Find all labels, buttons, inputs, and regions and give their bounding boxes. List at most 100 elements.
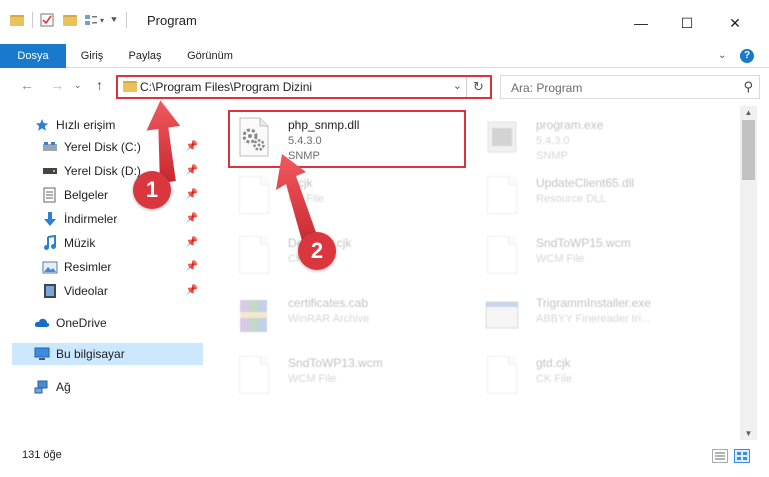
file-name: TrigrammInstaller.exe [536, 296, 651, 310]
network-icon [34, 379, 50, 395]
scroll-down-icon[interactable]: ▼ [740, 429, 757, 438]
folder-icon [10, 14, 24, 26]
download-icon [42, 211, 58, 227]
file-name: gtd.cjk [536, 356, 571, 370]
pin-icon[interactable]: 📌 [186, 213, 198, 224]
window-title: Program [147, 13, 197, 28]
address-dropdown-icon[interactable]: ⌄ [453, 79, 462, 92]
file-type: WCM File [536, 253, 585, 265]
file-item-certificates-cab[interactable]: certificates.cab WinRAR Archive [218, 288, 468, 344]
sidebar-item-local-disk-c[interactable]: Yerel Disk (C:) 📌 [42, 136, 208, 158]
file-icon [484, 234, 520, 276]
close-button[interactable]: ✕ [712, 8, 758, 38]
quick-access-chevron-icon[interactable]: ⯆ [110, 15, 118, 26]
up-icon[interactable]: ↑ [96, 77, 103, 93]
sidebar-item-this-pc[interactable]: Bu bilgisayar [12, 343, 203, 365]
sidebar-item-quick-access[interactable]: Hızlı erişim [34, 114, 208, 136]
search-icon[interactable]: ⚲ [743, 79, 753, 95]
file-item-sndtowp13[interactable]: SndToWP13.wcm WCM File [218, 348, 468, 404]
pin-icon[interactable]: 📌 [186, 189, 198, 200]
pin-icon[interactable]: 📌 [186, 261, 198, 272]
file-item-trigramminstaller[interactable]: TrigrammInstaller.exe ABBYY Finereader t… [466, 288, 716, 344]
tab-home[interactable]: Giriş [72, 44, 112, 68]
exe-file-icon [484, 116, 520, 158]
computer-icon [34, 346, 50, 362]
file-item-cjk[interactable]: ...cjk CK File [218, 168, 468, 224]
expand-ribbon-icon[interactable]: ⌄ [718, 50, 726, 61]
pin-icon[interactable]: 📌 [186, 285, 198, 296]
folder-icon [123, 81, 137, 92]
file-type: Resource DLL [536, 193, 607, 205]
file-item-sndtowp15[interactable]: SndToWP15.wcm WCM File [466, 228, 716, 284]
quick-access-toolbar: ▾ ⯆ [10, 12, 128, 28]
file-type: CK File [536, 373, 573, 385]
sidebar-item-videos[interactable]: Videolar 📌 [42, 280, 208, 302]
documents-icon [42, 187, 58, 203]
file-name: certificates.cab [288, 296, 369, 310]
refresh-icon[interactable]: ↻ [466, 77, 490, 97]
drive-icon [42, 163, 58, 179]
file-item-updateclient-dll[interactable]: UpdateClient65.dll Resource DLL [466, 168, 716, 224]
new-folder-icon[interactable] [63, 14, 77, 26]
sidebar-item-network[interactable]: Ağ [34, 376, 208, 398]
pictures-icon [42, 259, 58, 275]
search-input[interactable]: Ara: Program [511, 81, 582, 95]
sidebar-item-local-disk-d[interactable]: Yerel Disk (D:) 📌 [42, 160, 208, 182]
status-bar: 131 öğe [0, 440, 769, 477]
tab-file[interactable]: Dosya [0, 44, 66, 68]
file-type: WCM File [288, 373, 337, 385]
cloud-icon [34, 315, 50, 331]
large-icons-view-icon[interactable] [734, 449, 750, 463]
back-icon[interactable]: ← [20, 77, 34, 93]
ribbon-tabs: Dosya Giriş Paylaş Görünüm ⌄ ? [0, 44, 769, 68]
details-view-icon[interactable] [712, 449, 728, 463]
file-item-program-exe[interactable]: program.exe 5.4.3.0 SNMP [466, 110, 716, 166]
file-name: program.exe [536, 118, 604, 132]
file-type: CK File [288, 193, 325, 205]
scroll-up-icon[interactable]: ▲ [740, 108, 757, 117]
recent-locations-icon[interactable]: ⌄ [74, 80, 82, 91]
file-version: 5.4.3.0 [536, 135, 570, 147]
file-icon [236, 234, 272, 276]
file-item-gtd-cjk[interactable]: gtd.cjk CK File [466, 348, 716, 404]
file-icon [236, 174, 272, 216]
item-count: 131 öğe [22, 449, 62, 461]
search-box[interactable]: Ara: Program ⚲ [500, 75, 760, 99]
maximize-button[interactable]: ☐ [664, 8, 710, 38]
pin-icon[interactable]: 📌 [186, 237, 198, 248]
sidebar-item-onedrive[interactable]: OneDrive [34, 312, 208, 334]
dll-file-icon [484, 174, 520, 216]
star-icon [34, 117, 50, 133]
file-name: SndToWP15.wcm [536, 236, 631, 250]
file-item-det-cjk[interactable]: Det...ent.cjk CK File [218, 228, 468, 284]
scrollbar-thumb[interactable] [742, 120, 755, 180]
tab-view[interactable]: Görünüm [182, 44, 238, 68]
installer-icon [484, 294, 520, 336]
sidebar-item-music[interactable]: Müzik 📌 [42, 232, 208, 254]
navigation-pane: Hızlı erişim Yerel Disk (C:) 📌 Yerel Dis… [0, 106, 208, 440]
file-name: ...cjk [288, 176, 313, 190]
properties-icon[interactable] [39, 12, 55, 28]
archive-icon [236, 294, 272, 336]
sidebar-item-downloads[interactable]: İndirmeler 📌 [42, 208, 208, 230]
step-badge-2: 2 [298, 232, 336, 270]
forward-icon[interactable]: → [50, 77, 64, 93]
address-bar[interactable]: C:\Program Files\Program Dizini ⌄ ↻ [116, 75, 492, 99]
music-icon [42, 235, 58, 251]
file-icon [484, 354, 520, 396]
dropdown-icon[interactable]: ▾ [100, 16, 104, 25]
customize-toolbar-icon[interactable] [83, 12, 99, 28]
help-icon[interactable]: ? [740, 49, 754, 63]
sidebar-item-pictures[interactable]: Resimler 📌 [42, 256, 208, 278]
vertical-scrollbar[interactable]: ▲ ▼ [740, 106, 757, 440]
pin-icon[interactable]: 📌 [186, 165, 198, 176]
tab-share[interactable]: Paylaş [122, 44, 168, 68]
sidebar-item-documents[interactable]: Belgeler 📌 [42, 184, 208, 206]
navigation-bar: ← → ⌄ ↑ C:\Program Files\Program Dizini … [0, 68, 769, 106]
video-icon [42, 283, 58, 299]
file-highlight-box [228, 110, 466, 168]
address-path[interactable]: C:\Program Files\Program Dizini [140, 80, 312, 94]
pin-icon[interactable]: 📌 [186, 141, 198, 152]
minimize-button[interactable]: — [618, 8, 664, 38]
file-type: ABBYY Finereader tri... [536, 313, 651, 325]
